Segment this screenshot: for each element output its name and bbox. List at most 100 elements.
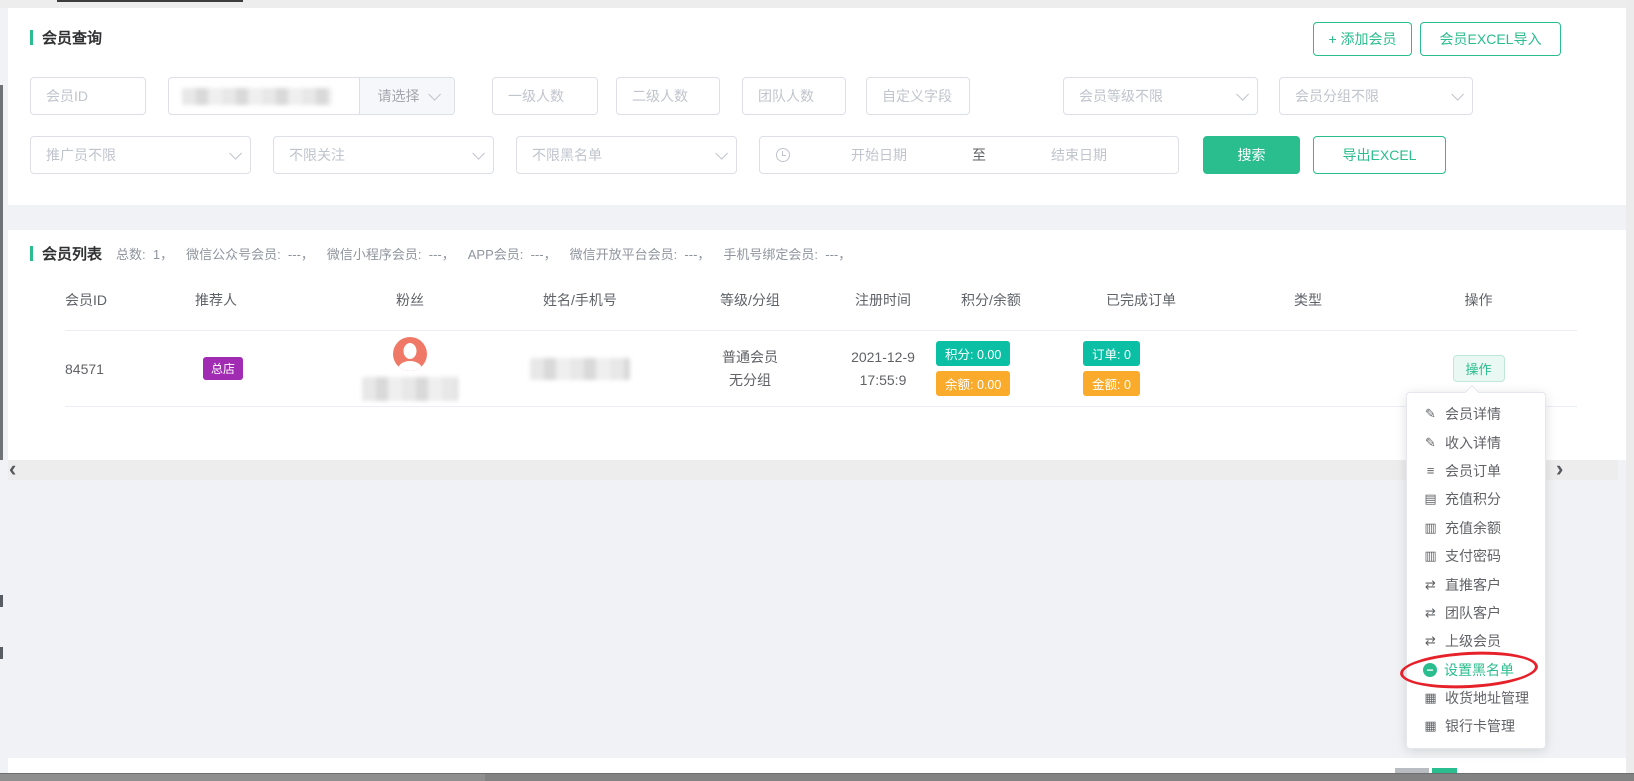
member-id-input[interactable] (31, 78, 145, 114)
header-type: 类型 (1236, 290, 1380, 310)
row-action-button[interactable]: 操作 (1453, 355, 1505, 382)
menu-item-income-detail[interactable]: ✎ 收入详情 (1407, 428, 1545, 456)
menu-item-upline-member[interactable]: ⇄ 上级会员 (1407, 627, 1545, 655)
redacted-fan-name (362, 377, 458, 401)
clock-icon (776, 148, 790, 162)
menu-item-member-detail[interactable]: ✎ 会员详情 (1407, 400, 1545, 428)
menu-item-label: 收入详情 (1445, 433, 1501, 453)
amount-badge: 金额: 0 (1083, 371, 1140, 396)
menu-item-label: 会员详情 (1445, 404, 1501, 424)
member-group-value: 会员分组不限 (1295, 86, 1379, 106)
row-action-dropdown: ✎ 会员详情 ✎ 收入详情 ≡ 会员订单 ▤ 充值积分 ▥ 充值余额 ▥ 支付密… (1406, 392, 1546, 749)
level1-count-field-wrap (492, 77, 598, 115)
menu-item-label: 设置黑名单 (1444, 660, 1514, 680)
truck-icon: ▦ (1423, 718, 1438, 734)
custom-field-input[interactable] (867, 78, 969, 114)
promoter-select[interactable]: 推广员不限 (30, 136, 251, 174)
keyword-type-value: 请选择 (378, 86, 420, 106)
balance-badge: 余额: 0.00 (936, 371, 1010, 396)
chevron-down-icon (428, 88, 441, 101)
swap-arrows-icon: ⇄ (1423, 605, 1438, 621)
bottom-scrollbar-thumb[interactable] (0, 774, 485, 781)
title-accent-bar (30, 30, 33, 45)
header-register-time: 注册时间 (830, 290, 936, 310)
member-level: 普通会员 (670, 346, 830, 369)
start-date-input[interactable] (790, 137, 968, 173)
member-id-field-wrap (30, 77, 146, 115)
referrer-badge: 总店 (203, 357, 243, 380)
search-button[interactable]: 搜索 (1203, 136, 1300, 174)
menu-item-set-blacklist[interactable]: − 设置黑名单 (1407, 656, 1545, 684)
blacklist-filter-value: 不限黑名单 (532, 145, 602, 165)
member-id-value: 84571 (65, 361, 195, 377)
member-level-value: 会员等级不限 (1079, 86, 1163, 106)
menu-item-label: 团队客户 (1445, 603, 1501, 623)
menu-item-label: 充值积分 (1445, 489, 1501, 509)
bottom-scrollbar-track[interactable] (0, 773, 1634, 781)
redacted-name-phone (530, 358, 630, 380)
banknote-icon: ▥ (1423, 548, 1438, 564)
menu-item-label: 银行卡管理 (1445, 716, 1515, 736)
level1-count-input[interactable] (493, 78, 597, 114)
export-excel-button[interactable]: 导出EXCEL (1313, 136, 1446, 174)
blacklist-filter-select[interactable]: 不限黑名单 (516, 136, 737, 174)
list-icon: ≡ (1423, 463, 1438, 478)
points-badge: 积分: 0.00 (936, 341, 1010, 366)
member-group: 无分组 (670, 369, 830, 392)
menu-item-payment-password[interactable]: ▥ 支付密码 (1407, 542, 1545, 570)
header-completed-orders: 已完成订单 (1046, 290, 1236, 310)
menu-item-label: 充值余额 (1445, 518, 1501, 538)
orders-badge: 订单: 0 (1083, 341, 1140, 366)
horizontal-scrollbar[interactable] (8, 460, 1618, 480)
level2-count-field-wrap (616, 77, 720, 115)
points-balance-cell: 积分: 0.00 余额: 0.00 (936, 341, 1046, 396)
team-count-input[interactable] (743, 78, 845, 114)
title-accent-bar (30, 246, 33, 261)
scroll-left-icon[interactable]: ‹ (9, 459, 16, 479)
menu-item-direct-customers[interactable]: ⇄ 直推客户 (1407, 570, 1545, 598)
header-name-phone: 姓名/手机号 (490, 290, 670, 310)
member-list-card: 会员列表 总数: 1， 微信公众号会员: ---， 微信小程序会员: ---， … (8, 230, 1626, 460)
member-excel-import-button[interactable]: 会员EXCEL导入 (1420, 22, 1561, 56)
menu-item-label: 支付密码 (1445, 546, 1501, 566)
member-group-select[interactable]: 会员分组不限 (1279, 77, 1473, 115)
member-level-select[interactable]: 会员等级不限 (1063, 77, 1258, 115)
follow-status-value: 不限关注 (289, 145, 345, 165)
banknote-icon: ▥ (1423, 520, 1438, 536)
chevron-down-icon (229, 147, 242, 160)
menu-item-member-orders[interactable]: ≡ 会员订单 (1407, 457, 1545, 485)
level2-count-input[interactable] (617, 78, 719, 114)
completed-orders-cell: 订单: 0 金额: 0 (1046, 341, 1236, 396)
card-icon: ▤ (1423, 491, 1438, 507)
stat-app: APP会员: ---， (468, 244, 557, 263)
menu-item-recharge-points[interactable]: ▤ 充值积分 (1407, 485, 1545, 513)
avatar-body-shape (398, 361, 422, 371)
follow-status-select[interactable]: 不限关注 (273, 136, 494, 174)
edit-icon: ✎ (1423, 435, 1438, 451)
menu-item-recharge-balance[interactable]: ▥ 充值余额 (1407, 514, 1545, 542)
avatar (393, 337, 427, 371)
menu-item-bank-card[interactable]: ▦ 银行卡管理 (1407, 712, 1545, 740)
end-date-input[interactable] (990, 137, 1168, 173)
menu-item-label: 上级会员 (1445, 631, 1501, 651)
stat-total: 总数: 1， (116, 244, 173, 263)
menu-item-shipping-address[interactable]: ▦ 收货地址管理 (1407, 684, 1545, 712)
date-range-picker[interactable]: 至 (759, 136, 1179, 174)
date-range-separator: 至 (968, 145, 990, 165)
menu-item-team-customers[interactable]: ⇄ 团队客户 (1407, 599, 1545, 627)
avatar-head-shape (404, 343, 417, 359)
vertical-scrollbar[interactable] (1626, 0, 1634, 781)
scroll-right-icon[interactable]: › (1556, 459, 1563, 479)
member-admin-screen: 会员查询 + 添加会员 会员EXCEL导入 请选择 (0, 0, 1634, 781)
chevron-down-icon (1451, 88, 1464, 101)
header-actions: 操作 (1380, 290, 1577, 310)
stat-mini-program: 微信小程序会员: ---， (327, 244, 455, 263)
keyword-type-select[interactable]: 请选择 (359, 78, 454, 114)
minus-circle-icon: − (1423, 663, 1437, 677)
edit-icon: ✎ (1423, 406, 1438, 422)
window-top-dark-segment (57, 0, 243, 2)
add-member-button[interactable]: + 添加会员 (1313, 22, 1412, 56)
keyword-input[interactable] (169, 78, 359, 114)
promoter-value: 推广员不限 (46, 145, 116, 165)
swap-arrows-icon: ⇄ (1423, 633, 1438, 649)
